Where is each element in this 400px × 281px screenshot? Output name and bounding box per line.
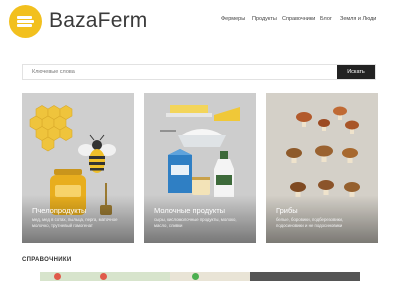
search-input[interactable] bbox=[23, 65, 339, 79]
card-title[interactable]: Молочные продукты bbox=[154, 206, 225, 215]
category-card-dairy[interactable]: Молочные продукты сыры, кисломолочные пр… bbox=[144, 93, 256, 243]
search-button[interactable]: Искать bbox=[337, 65, 375, 79]
nav-item-farmers[interactable]: Фермеры bbox=[221, 16, 245, 22]
map-pin-icon bbox=[100, 273, 107, 280]
card-title[interactable]: Грибы bbox=[276, 206, 298, 215]
card-description: белые, боровики, подберезовики, подосино… bbox=[276, 217, 344, 228]
nav-item-land-and-people[interactable]: Земля и Люди bbox=[340, 16, 376, 22]
category-card-bee-products[interactable]: Пчелопродукты мед, мед в сотах, пыльца, … bbox=[22, 93, 134, 243]
nav-item-products[interactable]: Продукты bbox=[252, 16, 277, 22]
map-pin-icon bbox=[54, 273, 61, 280]
card-description: сыры, кисломолочные продукты, молоко, ма… bbox=[154, 217, 237, 228]
card-title[interactable]: Пчелопродукты bbox=[32, 206, 86, 215]
nav-item-blog[interactable]: Блог bbox=[320, 16, 332, 22]
map-pin-icon bbox=[192, 273, 199, 280]
card-description: мед, мед в сотах, пыльца, перга, маточно… bbox=[32, 217, 118, 228]
main-nav: Фермеры Продукты Справочники Блог Земля … bbox=[0, 16, 400, 28]
site-header: BazaFerm Фермеры Продукты Справочники Бл… bbox=[0, 0, 400, 44]
nav-item-directories[interactable]: Справочники bbox=[282, 16, 315, 22]
section-title-directories: СПРАВОЧНИКИ bbox=[22, 257, 72, 263]
category-card-mushrooms[interactable]: Грибы белые, боровики, подберезовики, по… bbox=[266, 93, 378, 243]
search-bar: Искать bbox=[22, 64, 376, 80]
map-preview[interactable] bbox=[40, 272, 360, 281]
